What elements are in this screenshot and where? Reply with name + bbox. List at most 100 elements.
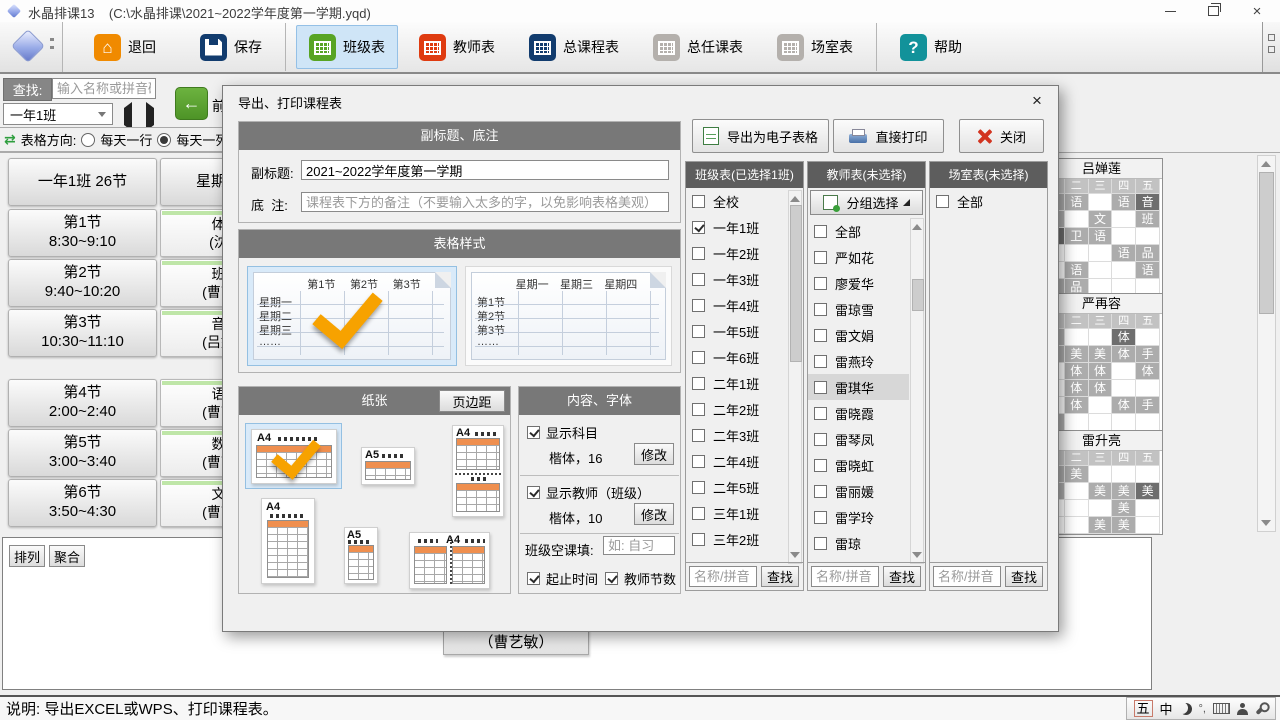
checkbox-icon[interactable] — [814, 277, 827, 290]
radio-column-per-day[interactable] — [157, 133, 171, 147]
ime-person-icon[interactable] — [1237, 703, 1248, 715]
checkbox-icon[interactable] — [814, 511, 827, 524]
checkbox-icon[interactable] — [692, 481, 705, 494]
tab-class-table[interactable]: 班级表 — [296, 25, 398, 69]
close-button[interactable]: × — [1240, 0, 1274, 22]
checkbox-icon[interactable] — [814, 251, 827, 264]
checkbox-list-item[interactable]: 雷丽媛 — [808, 478, 909, 504]
scroll-down-icon[interactable] — [1261, 520, 1271, 526]
class-select[interactable]: 一年1班 — [3, 103, 113, 125]
class-list-scrollbar[interactable] — [788, 190, 802, 564]
search-input[interactable] — [52, 78, 156, 99]
scrollbar-thumb[interactable] — [790, 205, 802, 362]
checkbox-icon[interactable] — [936, 195, 949, 208]
scroll-up-icon[interactable] — [790, 196, 800, 202]
minimize-button[interactable] — [1153, 0, 1187, 22]
checkbox-list-item[interactable]: 雷晓虹 — [808, 452, 909, 478]
style-option-days-as-columns[interactable]: 星期一 星期三 星期四 第1节 第2节 第3节 …… — [465, 266, 672, 366]
checkbox-list-item[interactable]: 三年2班 — [686, 526, 787, 552]
show-subject-option[interactable]: 显示科目 — [527, 423, 598, 442]
radio-row-per-day[interactable] — [81, 133, 95, 147]
class-search-button[interactable]: 查找 — [761, 566, 799, 587]
empty-lesson-input[interactable] — [603, 536, 675, 555]
checkbox-icon[interactable] — [692, 195, 705, 208]
checkbox-icon[interactable] — [814, 355, 827, 368]
checkbox-icon[interactable] — [692, 429, 705, 442]
modify-teacher-font-button[interactable]: 修改 — [634, 503, 674, 525]
back-button[interactable]: ⌂ 退回 — [81, 25, 169, 69]
checkbox-list-item[interactable]: 一年2班 — [686, 240, 787, 266]
aggregate-button[interactable]: 聚合 — [49, 545, 85, 567]
paper-a5-portrait[interactable]: A5 — [344, 527, 378, 584]
ime-punct-icon[interactable]: °, — [1199, 703, 1206, 715]
checkbox-icon[interactable] — [814, 329, 827, 342]
ime-keyboard-icon[interactable] — [1213, 703, 1230, 714]
teacher-search-input[interactable] — [811, 566, 879, 587]
ime-settings-wrench-icon[interactable] — [1255, 702, 1267, 714]
start-end-time-option[interactable]: 起止时间 — [527, 569, 598, 588]
arrange-button[interactable]: 排列 — [9, 545, 45, 567]
checkbox-list-item[interactable]: 雷琴凤 — [808, 426, 909, 452]
paper-a4-two-tables-side[interactable]: A4 — [409, 532, 490, 589]
checkbox-list-item[interactable]: 三年1班 — [686, 500, 787, 526]
checkbox-list-item[interactable]: 雷琼 — [808, 530, 909, 556]
checkbox-list-item[interactable]: 全校 — [686, 188, 787, 214]
scroll-down-icon[interactable] — [790, 552, 800, 558]
checkbox-icon[interactable] — [692, 507, 705, 520]
checkbox-list-item[interactable]: 一年5班 — [686, 318, 787, 344]
scroll-down-icon[interactable] — [912, 552, 922, 558]
checkbox-icon[interactable] — [814, 459, 827, 472]
toolbar-overflow[interactable] — [1262, 22, 1280, 72]
checkbox-icon[interactable] — [692, 325, 705, 338]
checkbox-icon[interactable] — [692, 377, 705, 390]
teacher-period-count-option[interactable]: 教师节数 — [605, 569, 676, 588]
scrollbar-thumb[interactable] — [1259, 172, 1274, 314]
modify-subject-font-button[interactable]: 修改 — [634, 443, 674, 465]
teacher-list-scrollbar[interactable] — [910, 218, 924, 564]
period-row-4[interactable]: 第4节 2:00~2:40 — [8, 379, 157, 427]
checkbox-list-item[interactable]: 一年6班 — [686, 344, 787, 370]
checkbox-list-item[interactable]: 一年4班 — [686, 292, 787, 318]
checkbox-list-item[interactable]: 二年3班 — [686, 422, 787, 448]
checkbox-icon[interactable] — [692, 455, 705, 468]
dialog-close-button[interactable]: 关闭 — [959, 119, 1044, 153]
period-row-6[interactable]: 第6节 3:50~4:30 — [8, 479, 157, 527]
checkbox-list-item[interactable]: 雷琪华 — [808, 374, 909, 400]
checkbox-icon[interactable] — [692, 351, 705, 364]
tab-teacher-table[interactable]: 教师表 — [406, 25, 508, 69]
teacher-search-button[interactable]: 查找 — [883, 566, 921, 587]
paper-a5-landscape[interactable]: A5 — [361, 447, 415, 485]
checkbox-icon[interactable] — [527, 426, 540, 439]
checkbox-icon[interactable] — [692, 273, 705, 286]
room-search-button[interactable]: 查找 — [1005, 566, 1043, 587]
checkbox-icon[interactable] — [814, 303, 827, 316]
paper-a4-portrait[interactable]: A4 — [261, 498, 315, 584]
checkbox-list-item[interactable]: 二年5班 — [686, 474, 787, 500]
direct-print-button[interactable]: 直接打印 — [833, 119, 944, 153]
class-search-input[interactable] — [689, 566, 757, 587]
save-button[interactable]: 保存 — [187, 25, 275, 69]
checkbox-icon[interactable] — [814, 225, 827, 238]
checkbox-icon[interactable] — [692, 299, 705, 312]
page-margin-button[interactable]: 页边距 — [439, 390, 505, 412]
ime-lang-icon[interactable]: 中 — [1160, 699, 1173, 718]
tab-assignment-table[interactable]: 总任课表 — [640, 25, 756, 69]
room-search-input[interactable] — [933, 566, 1001, 587]
checkbox-icon[interactable] — [814, 381, 827, 394]
checkbox-list-item[interactable]: 雷学玲 — [808, 504, 909, 530]
tab-master-table[interactable]: 总课程表 — [516, 25, 632, 69]
help-button[interactable]: ? 帮助 — [887, 25, 975, 69]
checkbox-icon[interactable] — [692, 403, 705, 416]
checkbox-icon[interactable] — [527, 486, 540, 499]
period-row-3[interactable]: 第3节 10:30~11:10 — [8, 309, 157, 357]
scrollbar-thumb[interactable] — [912, 279, 924, 311]
checkbox-list-item[interactable]: 廖爱华 — [808, 270, 909, 296]
checkbox-list-item[interactable]: 全部 — [930, 188, 1047, 214]
prev-class-button[interactable] — [124, 108, 132, 126]
checkbox-icon[interactable] — [692, 533, 705, 546]
checkbox-list-item[interactable]: 雷燕玲 — [808, 348, 909, 374]
dialog-close-icon[interactable]: × — [1026, 90, 1048, 112]
checkbox-list-item[interactable]: 雷琼雪 — [808, 296, 909, 322]
timetable-class-header[interactable]: 一年1班 26节 — [8, 158, 157, 206]
next-class-button[interactable] — [146, 108, 154, 126]
